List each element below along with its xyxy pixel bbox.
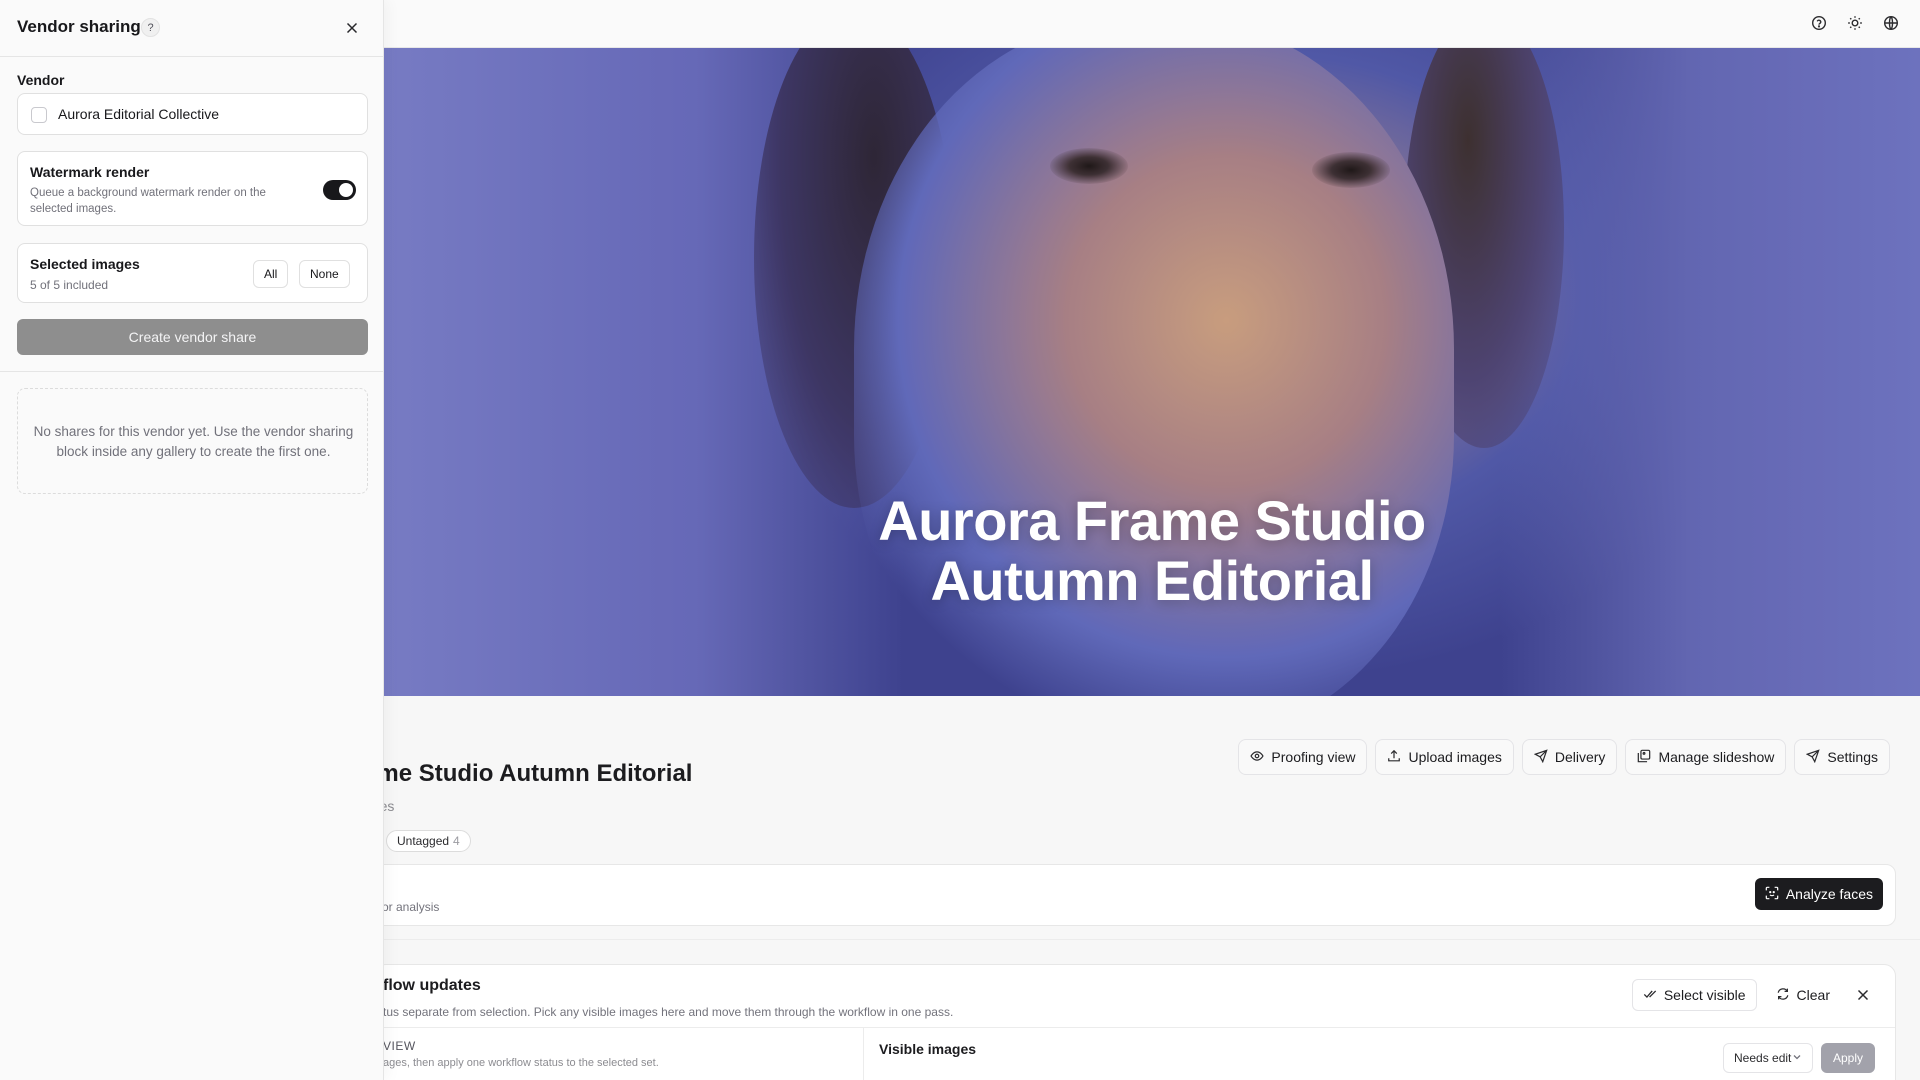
vendor-field-label: Vendor — [17, 72, 65, 88]
empty-shares-state: No shares for this vendor yet. Use the v… — [17, 388, 368, 494]
watermark-render-card: Watermark render Queue a background wate… — [17, 151, 368, 226]
close-icon[interactable] — [341, 17, 363, 39]
select-all-button[interactable]: All — [253, 260, 289, 288]
vendor-name: Aurora Editorial Collective — [58, 106, 220, 122]
vendor-option[interactable]: Aurora Editorial Collective — [17, 93, 368, 135]
vendor-sharing-panel: Vendor sharing ? Vendor Aurora Editorial… — [0, 0, 384, 1080]
select-none-button[interactable]: None — [299, 260, 350, 288]
watermark-description: Queue a background watermark render on t… — [30, 187, 266, 215]
selected-images-card: Selected images 5 of 5 included All None — [17, 243, 368, 303]
panel-title: Vendor sharing — [17, 17, 141, 36]
create-vendor-share-button[interactable]: Create vendor share — [17, 319, 368, 355]
help-badge[interactable]: ? — [141, 18, 160, 37]
toggle-knob — [339, 183, 353, 197]
watermark-title: Watermark render — [30, 164, 150, 180]
empty-shares-text: No shares for this vendor yet. Use the v… — [33, 424, 354, 459]
selected-images-title: Selected images — [30, 256, 140, 272]
modal-scrim[interactable] — [384, 0, 1920, 1080]
panel-header: Vendor sharing ? — [0, 0, 384, 57]
panel-divider — [0, 371, 384, 372]
vendor-checkbox[interactable] — [31, 107, 47, 123]
watermark-toggle[interactable] — [323, 180, 356, 200]
selected-images-count: 5 of 5 included — [30, 278, 109, 292]
